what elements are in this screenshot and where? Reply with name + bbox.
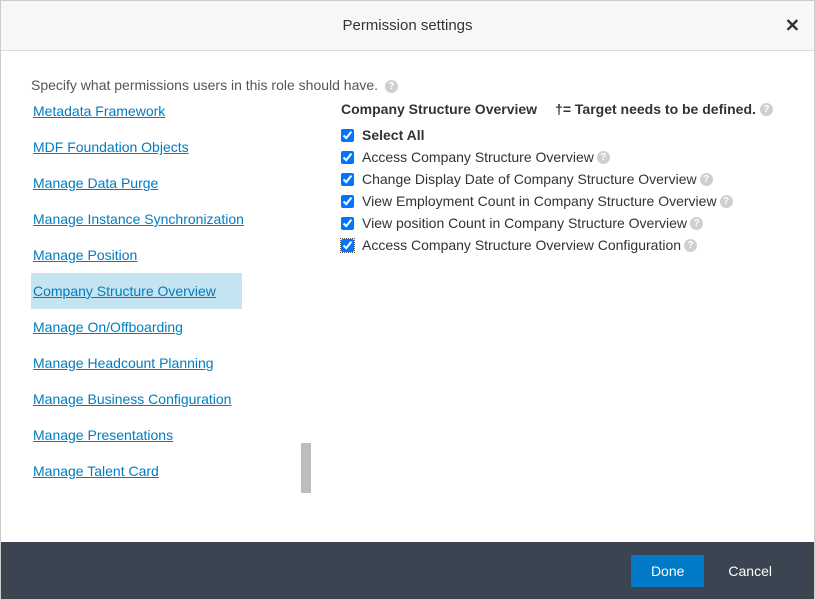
select-all-row: Select All	[341, 127, 784, 143]
sidebar-item: MDF Foundation Objects	[31, 129, 311, 165]
sidebar-link[interactable]: Manage Instance Synchronization	[31, 201, 254, 237]
dialog-titlebar: Permission settings ✕	[1, 1, 814, 51]
close-icon[interactable]: ✕	[785, 15, 800, 36]
instruction-label: Specify what permissions users in this r…	[31, 77, 378, 93]
select-all-label: Select All	[362, 127, 425, 143]
help-icon[interactable]: ?	[597, 151, 610, 164]
permission-row: Access Company Structure Overview Config…	[341, 237, 784, 253]
permission-panel: Company Structure Overview †= Target nee…	[311, 93, 784, 524]
sidebar-link[interactable]: Manage Business Configuration	[31, 381, 241, 417]
permission-row: View position Count in Company Structure…	[341, 215, 784, 231]
columns: Metadata FrameworkMDF Foundation Objects…	[31, 93, 784, 524]
sidebar-item: Manage Talent Card	[31, 453, 311, 489]
dialog-footer: Done Cancel	[1, 542, 814, 599]
permission-label: View position Count in Company Structure…	[362, 215, 687, 231]
sidebar-item: Manage Headcount Planning	[31, 345, 311, 381]
help-icon[interactable]: ?	[700, 173, 713, 186]
permission-checkbox[interactable]	[341, 173, 354, 186]
permission-checkbox[interactable]	[341, 151, 354, 164]
permission-row: View Employment Count in Company Structu…	[341, 193, 784, 209]
permission-checkbox[interactable]	[341, 239, 354, 252]
help-icon[interactable]: ?	[385, 80, 398, 93]
done-button[interactable]: Done	[631, 555, 704, 587]
sidebar-link[interactable]: MDF Foundation Objects	[31, 129, 199, 165]
dialog-title: Permission settings	[342, 17, 472, 34]
sidebar-link[interactable]: Company Structure Overview	[31, 273, 242, 309]
dialog-content: Specify what permissions users in this r…	[1, 51, 814, 542]
sidebar-item: Manage Presentations	[31, 417, 311, 453]
scrollbar-thumb[interactable]	[301, 443, 311, 493]
permission-label: Access Company Structure Overview	[362, 149, 594, 165]
section-title: Company Structure Overview	[341, 101, 537, 117]
permission-list: Access Company Structure Overview?Change…	[341, 149, 784, 253]
target-note: †= Target needs to be defined.	[555, 101, 756, 117]
permission-checkbox[interactable]	[341, 217, 354, 230]
select-all-checkbox[interactable]	[341, 129, 354, 142]
permission-header: Company Structure Overview †= Target nee…	[341, 101, 784, 117]
permission-row: Change Display Date of Company Structure…	[341, 171, 784, 187]
sidebar-link[interactable]: Manage Headcount Planning	[31, 345, 224, 381]
sidebar-item: Company Structure Overview	[31, 273, 311, 309]
instruction-text: Specify what permissions users in this r…	[31, 77, 784, 93]
permission-checkbox[interactable]	[341, 195, 354, 208]
category-sidebar: Metadata FrameworkMDF Foundation Objects…	[31, 93, 311, 524]
sidebar-link[interactable]: Manage Presentations	[31, 417, 183, 453]
sidebar-link[interactable]: Manage Position	[31, 237, 147, 273]
sidebar-link[interactable]: Manage Data Purge	[31, 165, 168, 201]
sidebar-item: Metadata Framework	[31, 93, 311, 129]
sidebar-link[interactable]: Manage On/Offboarding	[31, 309, 193, 345]
sidebar-item: Manage Instance Synchronization	[31, 201, 311, 237]
help-icon[interactable]: ?	[690, 217, 703, 230]
category-list: Metadata FrameworkMDF Foundation Objects…	[31, 93, 311, 489]
sidebar-item: Manage On/Offboarding	[31, 309, 311, 345]
sidebar-item: Manage Business Configuration	[31, 381, 311, 417]
permission-row: Access Company Structure Overview?	[341, 149, 784, 165]
help-icon[interactable]: ?	[684, 239, 697, 252]
sidebar-link[interactable]: Manage Talent Card	[31, 453, 169, 489]
help-icon[interactable]: ?	[720, 195, 733, 208]
sidebar-link[interactable]: Metadata Framework	[31, 93, 175, 129]
sidebar-item: Manage Data Purge	[31, 165, 311, 201]
permission-label: View Employment Count in Company Structu…	[362, 193, 717, 209]
permission-label: Access Company Structure Overview Config…	[362, 237, 681, 253]
cancel-button[interactable]: Cancel	[708, 555, 792, 587]
sidebar-item: Manage Position	[31, 237, 311, 273]
help-icon[interactable]: ?	[760, 103, 773, 116]
permission-label: Change Display Date of Company Structure…	[362, 171, 697, 187]
